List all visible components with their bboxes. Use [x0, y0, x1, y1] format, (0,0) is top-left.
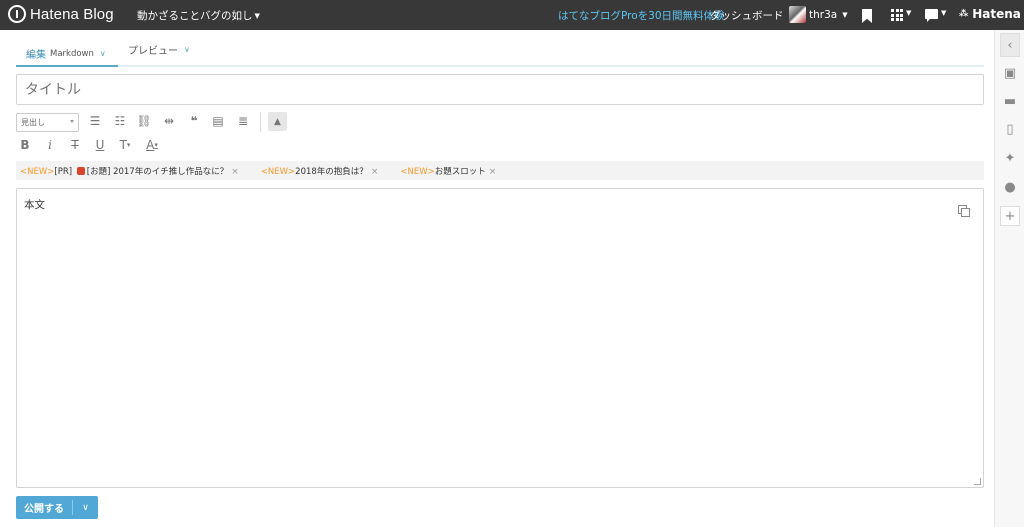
- font-color-button[interactable]: A ▾: [143, 136, 161, 154]
- add-icon[interactable]: +: [1000, 206, 1020, 226]
- hatena-logo[interactable]: ⁂ Hatena: [959, 7, 1021, 21]
- twitter-icon[interactable]: ✦: [1000, 148, 1020, 168]
- tab-edit-label: 編集: [26, 50, 46, 61]
- editor-tabs: 編集 Markdown ∨ プレビュー ∨: [16, 30, 984, 67]
- underline-button[interactable]: U: [91, 136, 109, 154]
- topic-text: 2018年の抱負は？: [295, 166, 368, 177]
- hatena-text: Hatena: [972, 7, 1021, 21]
- new-badge: <NEW>: [20, 166, 55, 177]
- bookmark-icon[interactable]: [862, 9, 872, 23]
- topic-item[interactable]: <NEW>[PR] [お題] 2017年のイチ推し作品なに？ ×: [20, 165, 239, 177]
- blog-switcher[interactable]: 動かざることバグの如し ▼: [137, 8, 260, 23]
- bold-button[interactable]: B: [16, 136, 34, 154]
- notifications-icon[interactable]: [925, 9, 938, 22]
- topic-text: お題スロット: [434, 166, 486, 177]
- body-textarea[interactable]: 本文: [16, 188, 984, 488]
- photo-upload-icon[interactable]: ▣: [1000, 63, 1020, 83]
- collapse-toolbar-button[interactable]: ▲: [268, 112, 287, 131]
- global-header: Hatena Blog 動かざることバグの如し ▼ はてなブログProを30日間無…: [0, 0, 1024, 30]
- caret-down-icon: [70, 119, 74, 123]
- topic-text: [お題] 2017年のイチ推し作品なに？: [86, 166, 229, 177]
- italic-button[interactable]: i: [41, 136, 59, 154]
- topic-item[interactable]: <NEW>お題スロット ×: [400, 165, 496, 177]
- topic-item[interactable]: <NEW>2018年の抱負は？ ×: [261, 165, 379, 177]
- gift-icon: [76, 166, 85, 175]
- chevron-down-icon: ∨: [82, 502, 89, 513]
- quote-icon[interactable]: ❝: [185, 112, 203, 130]
- strikethrough-button[interactable]: T: [66, 136, 84, 154]
- chevron-down-icon: ∨: [99, 49, 106, 58]
- publish-button-group: 公開する ∨: [16, 496, 98, 519]
- font-size-label: T: [119, 138, 127, 152]
- caret-down-icon: ▾: [126, 141, 131, 149]
- publish-button[interactable]: 公開する: [16, 500, 72, 515]
- new-badge: <NEW>: [400, 166, 435, 177]
- close-icon[interactable]: ×: [231, 167, 239, 177]
- tab-preview[interactable]: プレビュー ∨: [128, 42, 190, 57]
- publish-options-button[interactable]: ∨: [73, 503, 98, 513]
- heading-select-value: 見出し: [21, 117, 45, 127]
- brand-logo[interactable]: Hatena Blog: [8, 5, 114, 23]
- document-icon[interactable]: ▯: [1000, 119, 1020, 139]
- resize-handle[interactable]: [974, 478, 981, 485]
- numbered-list-icon[interactable]: ☷: [111, 112, 129, 130]
- username: thr3a: [809, 8, 838, 21]
- pro-trial-link[interactable]: はてなブログProを30日間無料体験: [558, 8, 725, 23]
- new-badge: <NEW>: [260, 166, 296, 177]
- format-toolbar: 見出し: [16, 112, 79, 132]
- caret-down-icon: ▼: [941, 9, 947, 17]
- title-input[interactable]: [16, 74, 984, 105]
- tab-edit[interactable]: 編集 Markdown ∨: [16, 42, 118, 67]
- right-sidebar: ‹ ▣ ▬ ▯ ✦ ● +: [994, 30, 1024, 527]
- topic-text: [PR]: [54, 166, 75, 177]
- sidebar-toggle-button[interactable]: ‹: [1000, 33, 1020, 57]
- chevron-up-icon: ▲: [274, 116, 281, 127]
- folder-icon[interactable]: ▬: [1000, 91, 1020, 111]
- horizontal-rule-icon[interactable]: ⇹: [160, 112, 178, 130]
- caret-down-icon: ▼: [254, 12, 260, 20]
- apps-grid-icon[interactable]: [891, 9, 903, 21]
- brand-text: Hatena Blog: [30, 5, 114, 23]
- font-size-button[interactable]: T ▾: [116, 136, 134, 154]
- hatena-blog-icon: [8, 5, 26, 23]
- tab-preview-label: プレビュー: [128, 46, 178, 57]
- font-color-label: A: [146, 138, 155, 152]
- more-icon[interactable]: ≣: [234, 112, 252, 130]
- copy-icon[interactable]: [958, 205, 971, 218]
- toolbar-divider: [260, 112, 261, 132]
- github-icon[interactable]: ●: [1000, 177, 1020, 197]
- user-menu[interactable]: thr3a ▼: [789, 6, 848, 23]
- close-icon[interactable]: ×: [489, 167, 497, 177]
- heading-select[interactable]: 見出し: [16, 112, 79, 132]
- topic-suggestions: <NEW>[PR] [お題] 2017年のイチ推し作品なに？ × <NEW>201…: [16, 161, 984, 180]
- link-icon[interactable]: ⛓: [135, 112, 153, 130]
- dashboard-link[interactable]: ダッシュボード: [710, 8, 784, 23]
- caret-down-icon: ▼: [842, 10, 848, 19]
- table-icon[interactable]: ▤: [209, 112, 227, 130]
- edit-mode-label: Markdown: [50, 48, 94, 59]
- hatena-mark-icon: ⁂: [959, 9, 969, 19]
- caret-down-icon: ▼: [906, 9, 912, 17]
- blog-name: 動かざることバグの如し: [137, 10, 253, 22]
- body-placeholder: 本文: [24, 199, 45, 211]
- close-icon[interactable]: ×: [371, 167, 379, 177]
- chevron-left-icon: ‹: [1007, 37, 1013, 53]
- caret-down-icon: ▾: [154, 141, 158, 149]
- avatar: [789, 6, 806, 23]
- bullet-list-icon[interactable]: ☰: [86, 112, 104, 130]
- chevron-down-icon: ∨: [184, 45, 190, 54]
